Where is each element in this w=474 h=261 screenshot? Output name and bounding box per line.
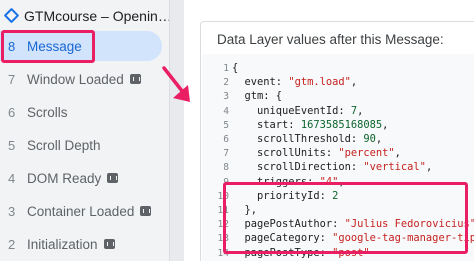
code-token: scrollDirection: bbox=[232, 161, 364, 174]
string-token: "google-tag-manager-tips" bbox=[332, 232, 474, 245]
sidebar-item-initialization[interactable]: 2 Initialization bbox=[0, 229, 162, 259]
container-title: GTMcourse – Openin… bbox=[24, 7, 170, 24]
line-number: 1 bbox=[223, 63, 229, 74]
code-line: scrollDirection: "vertical", bbox=[232, 161, 432, 173]
line-number: 13 bbox=[217, 233, 229, 245]
sidebar-item-scrolls[interactable]: 6 Scrolls bbox=[0, 97, 162, 127]
number-token: 1673585168085 bbox=[300, 118, 383, 131]
code-token: gtm: { bbox=[232, 90, 283, 103]
line-number: 8 bbox=[223, 162, 229, 174]
event-number: 7 bbox=[8, 71, 16, 87]
event-label: Scrolls bbox=[27, 104, 68, 120]
event-number: 6 bbox=[8, 104, 16, 120]
panel-divider bbox=[170, 0, 184, 261]
string-token: "percent" bbox=[338, 147, 395, 160]
line-number: 5 bbox=[223, 119, 229, 131]
line-number: 6 bbox=[223, 134, 229, 145]
event-label: Message bbox=[27, 38, 82, 54]
tag-icon bbox=[129, 74, 141, 84]
sidebar-item-window-loaded[interactable]: 7 Window Loaded bbox=[0, 64, 162, 94]
number-token: 90 bbox=[363, 133, 376, 145]
line-number: 9 bbox=[223, 176, 229, 188]
code-token: start: bbox=[232, 118, 301, 131]
pink-arrow-icon bbox=[162, 66, 190, 102]
code-token: , bbox=[425, 161, 433, 174]
string-token: "Julius Fedorovicius" bbox=[344, 218, 474, 231]
code-token: pagePostAuthor: bbox=[232, 218, 345, 231]
sidebar-item-container-loaded[interactable]: 3 Container Loaded bbox=[0, 196, 162, 226]
line-number: 12 bbox=[217, 219, 229, 231]
event-label: Initialization bbox=[27, 236, 98, 252]
card-title: Data Layer values after this Message: bbox=[217, 32, 444, 47]
code-line: { bbox=[232, 62, 238, 74]
event-label: DOM Ready bbox=[27, 170, 102, 186]
tag-icon bbox=[140, 206, 152, 216]
event-number: 3 bbox=[8, 203, 16, 219]
string-token: "vertical" bbox=[363, 161, 426, 174]
tag-icon bbox=[103, 239, 115, 249]
event-number: 4 bbox=[8, 170, 16, 186]
code-token: pageCategory: bbox=[232, 232, 333, 245]
code-token: , bbox=[382, 118, 389, 131]
code-line: scrollUnits: "percent", bbox=[232, 147, 401, 159]
string-token: "4" bbox=[319, 175, 339, 188]
code-token: scrollThreshold: bbox=[232, 133, 364, 145]
data-layer-card: Data Layer values after this Message: 1{… bbox=[200, 21, 474, 261]
code-line: event: "gtm.load", bbox=[232, 76, 358, 89]
code-line: scrollThreshold: 90, bbox=[232, 133, 382, 145]
event-label: Scroll Depth bbox=[27, 137, 101, 153]
number-token: 2 bbox=[332, 189, 339, 202]
event-number: 8 bbox=[8, 38, 16, 54]
line-number: 14 bbox=[217, 247, 229, 259]
code-token: uniqueEventId: bbox=[232, 104, 351, 117]
code-line: }, bbox=[232, 204, 258, 216]
code-token: priorityId: bbox=[232, 189, 333, 202]
line-number: 7 bbox=[223, 148, 229, 160]
event-label: Container Loaded bbox=[27, 203, 135, 219]
event-label: Window Loaded bbox=[27, 71, 124, 87]
code-line: pageCategory: "google-tag-manager-tips", bbox=[232, 232, 474, 244]
line-number: 2 bbox=[223, 77, 229, 89]
sidebar-item-message[interactable]: 8 Message bbox=[0, 31, 162, 61]
event-number: 2 bbox=[8, 236, 16, 252]
code-line: uniqueEventId: 7, bbox=[232, 105, 363, 117]
code-line: triggers: "4", bbox=[232, 176, 345, 188]
code-token: scrollUnits: bbox=[232, 147, 339, 160]
code-token: , bbox=[357, 104, 364, 117]
line-number: 3 bbox=[223, 91, 229, 103]
code-token: { bbox=[232, 62, 239, 74]
code-line: start: 1673585168085, bbox=[232, 119, 388, 131]
code-token: , bbox=[338, 175, 345, 188]
code-token: , bbox=[375, 133, 383, 145]
code-token: , bbox=[350, 76, 358, 89]
code-token: pagePostType: bbox=[232, 246, 333, 259]
string-token: "post" bbox=[332, 246, 370, 259]
sidebar-header[interactable]: GTMcourse – Openin… bbox=[0, 0, 170, 31]
code-token: }, bbox=[232, 204, 258, 216]
tag-icon bbox=[107, 173, 119, 183]
line-number: 10 bbox=[217, 190, 229, 202]
code-line: priorityId: 2 bbox=[232, 190, 338, 202]
sidebar-item-scroll-depth[interactable]: 5 Scroll Depth bbox=[0, 130, 162, 160]
event-number: 5 bbox=[8, 137, 16, 153]
event-sidebar: GTMcourse – Openin… 8 Message 7 Window Load… bbox=[0, 0, 170, 261]
code-token: , bbox=[394, 147, 401, 160]
gtm-diamond-icon bbox=[3, 7, 20, 24]
line-number: 11 bbox=[217, 205, 229, 216]
line-number: 4 bbox=[223, 105, 229, 117]
code-viewer[interactable]: 1{2 event: "gtm.load", 3 gtm: {4 uniqueEv… bbox=[202, 54, 474, 261]
code-line: pagePostAuthor: "Julius Fedorovicius", bbox=[232, 218, 474, 230]
sidebar-item-dom-ready[interactable]: 4 DOM Ready bbox=[0, 163, 162, 193]
code-token: event: bbox=[232, 76, 289, 89]
code-line: pagePostType: "post" bbox=[232, 247, 370, 259]
code-token: triggers: bbox=[232, 175, 320, 188]
string-token: "gtm.load" bbox=[288, 76, 351, 89]
code-line: gtm: { bbox=[232, 90, 283, 103]
